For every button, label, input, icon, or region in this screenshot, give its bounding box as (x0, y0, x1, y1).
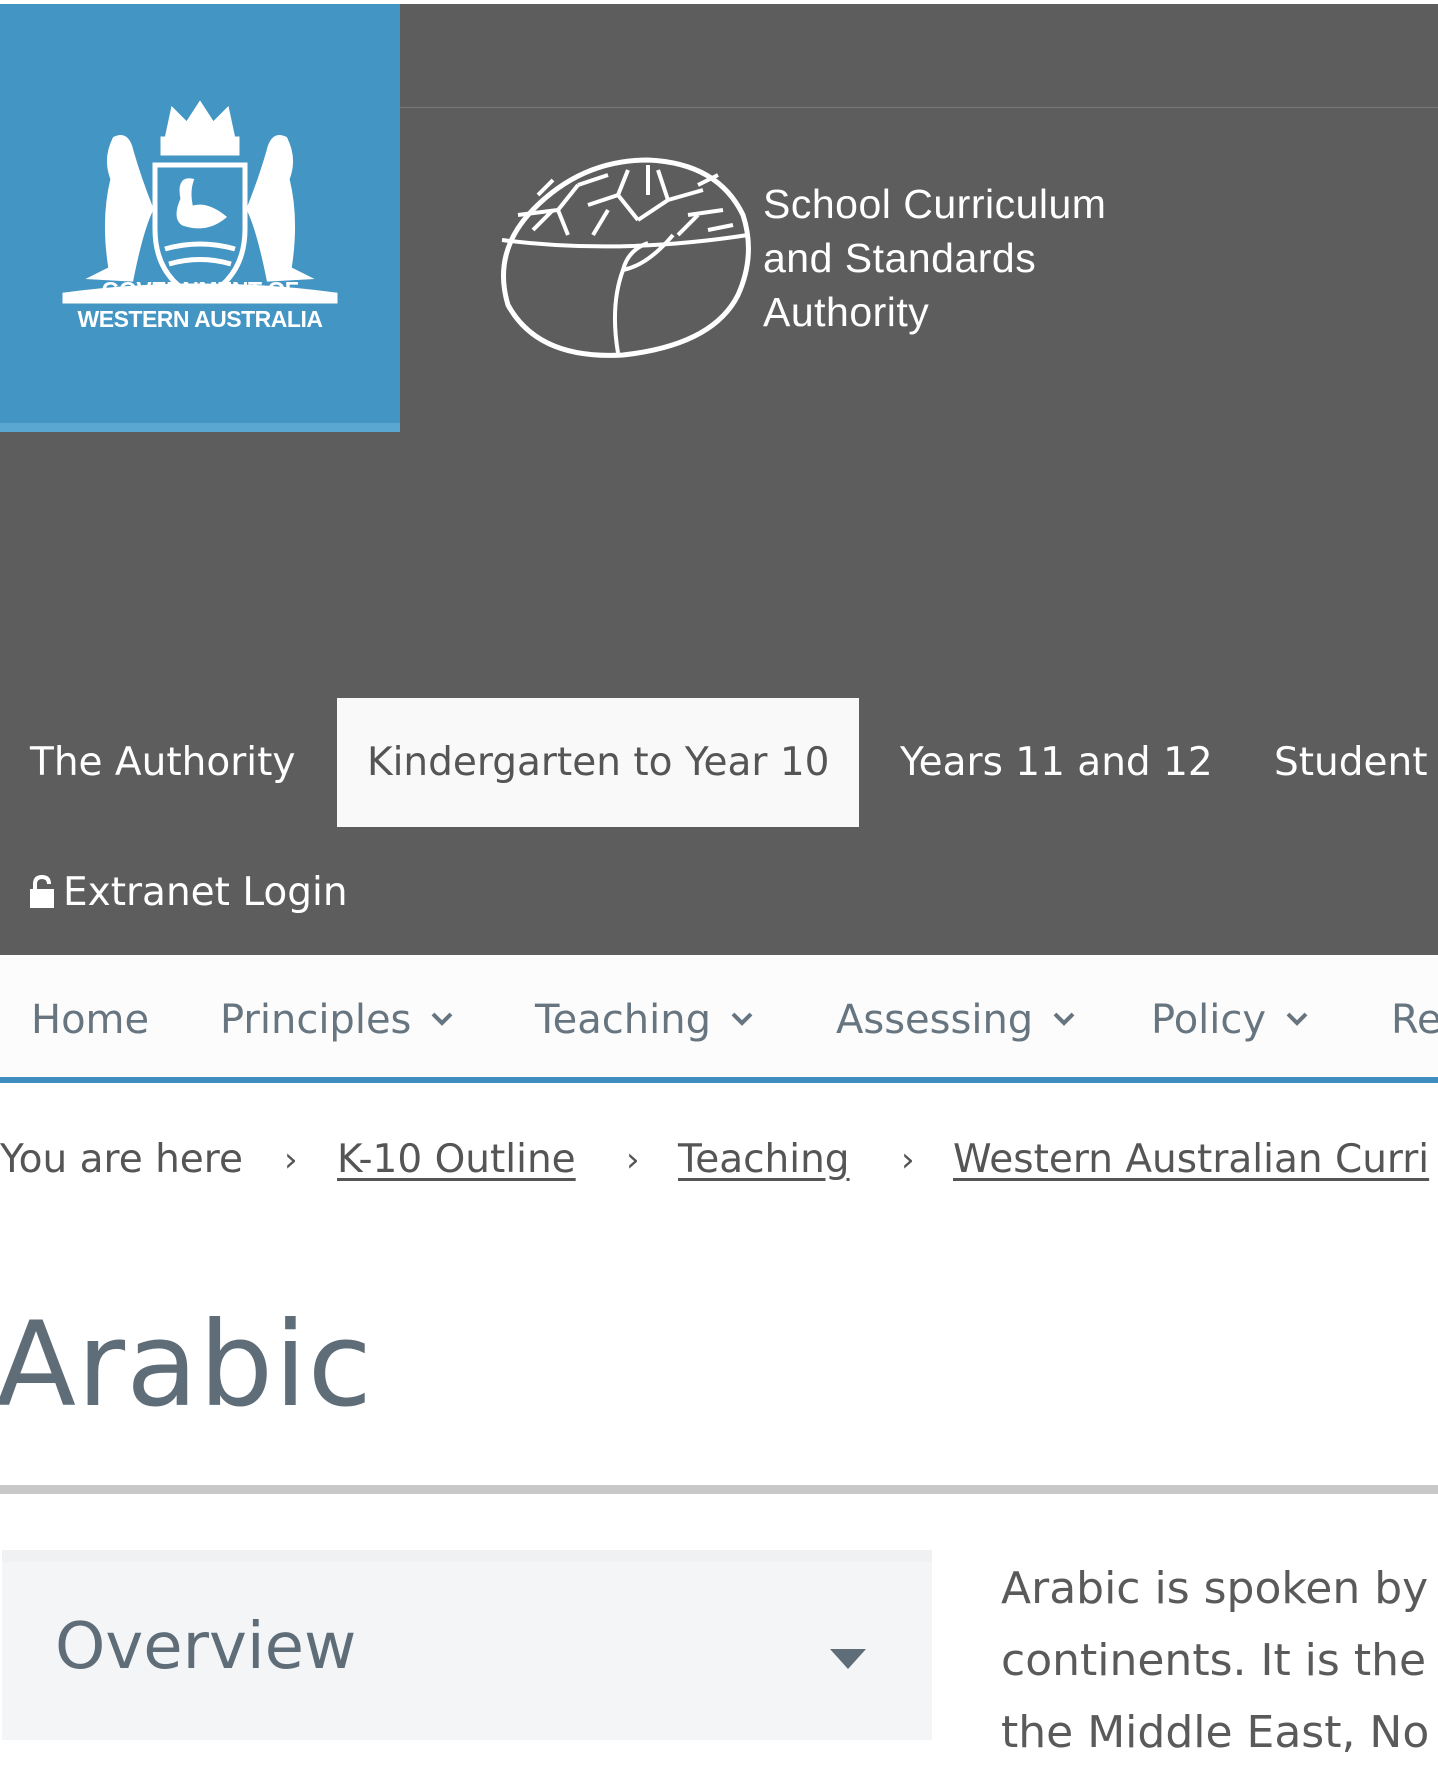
section-nav-principles-label: Principles (220, 997, 412, 1043)
chevron-down-icon (431, 1012, 453, 1026)
caret-down-icon (830, 1649, 866, 1669)
main-nav-item-years-11-and-12[interactable]: Years 11 and 12 (900, 698, 1213, 827)
section-nav-resources-label: Re (1391, 997, 1438, 1043)
site-header: GOVERNMENT OF WESTERN AUSTRALIA School C… (0, 0, 1438, 955)
intro-line: Arabic is spoken by (1001, 1563, 1429, 1614)
scsa-line2: and Standards (763, 235, 1037, 281)
breadcrumb-link-western-australian-curriculum[interactable]: Western Australian Curri (953, 1137, 1429, 1182)
chevron-down-icon (1053, 1012, 1075, 1026)
scsa-wordmark: School Curriculum and Standards Authorit… (763, 177, 1106, 339)
section-nav-resources[interactable]: Re (1391, 955, 1438, 1077)
overview-accordion[interactable]: Overview (2, 1550, 932, 1740)
title-divider (0, 1485, 1438, 1494)
intro-text: Arabic is spoken by continents. It is th… (1001, 1553, 1438, 1769)
main-nav-item-kindergarten-to-year-10[interactable]: Kindergarten to Year 10 (337, 698, 860, 827)
section-nav-home[interactable]: Home (31, 955, 149, 1077)
gov-logo-line1: GOVERNMENT OF (101, 277, 299, 303)
section-nav-policy-label: Policy (1151, 997, 1267, 1043)
section-nav-home-label: Home (31, 997, 150, 1043)
header-divider (400, 107, 1438, 108)
tree-logo-icon (501, 157, 751, 358)
scsa-line3: Authority (763, 289, 930, 335)
section-nav-assessing[interactable]: Assessing (836, 955, 1075, 1077)
section-nav-teaching[interactable]: Teaching (535, 955, 753, 1077)
intro-line: continents. It is the (1001, 1635, 1427, 1686)
page-title: Arabic (0, 1296, 373, 1433)
main-nav-item-the-authority[interactable]: The Authority (30, 698, 295, 827)
chevron-down-icon (1286, 1012, 1308, 1026)
overview-label: Overview (55, 1610, 357, 1684)
extranet-login-link[interactable]: Extranet Login (29, 860, 348, 926)
chevron-right-icon: › (626, 1140, 640, 1180)
chevron-right-icon: › (901, 1140, 915, 1180)
main-nav: The Authority Kindergarten to Year 10 Ye… (0, 698, 1438, 828)
chevron-right-icon: › (284, 1140, 298, 1180)
breadcrumb-prefix: You are here (0, 1137, 243, 1182)
section-nav-teaching-label: Teaching (535, 997, 711, 1043)
breadcrumb: You are here › K-10 Outline › Teaching ›… (0, 1128, 1438, 1192)
government-of-western-australia-logo[interactable]: GOVERNMENT OF WESTERN AUSTRALIA (0, 4, 400, 432)
section-nav-assessing-label: Assessing (836, 997, 1034, 1043)
intro-line: the Middle East, No (1001, 1707, 1430, 1758)
main-nav-item-student[interactable]: Student (1274, 698, 1428, 827)
section-nav-principles[interactable]: Principles (220, 955, 453, 1077)
section-nav: Home Principles Teaching Assessing Polic… (0, 955, 1438, 1083)
gov-logo-line2: WESTERN AUSTRALIA (77, 306, 323, 332)
chevron-down-icon (731, 1012, 753, 1026)
breadcrumb-link-k10-outline[interactable]: K-10 Outline (337, 1137, 576, 1182)
scsa-line1: School Curriculum (763, 181, 1107, 227)
extranet-login-label: Extranet Login (63, 870, 348, 915)
section-nav-policy[interactable]: Policy (1151, 955, 1308, 1077)
breadcrumb-link-teaching[interactable]: Teaching (678, 1137, 850, 1182)
unlock-icon (30, 874, 54, 908)
